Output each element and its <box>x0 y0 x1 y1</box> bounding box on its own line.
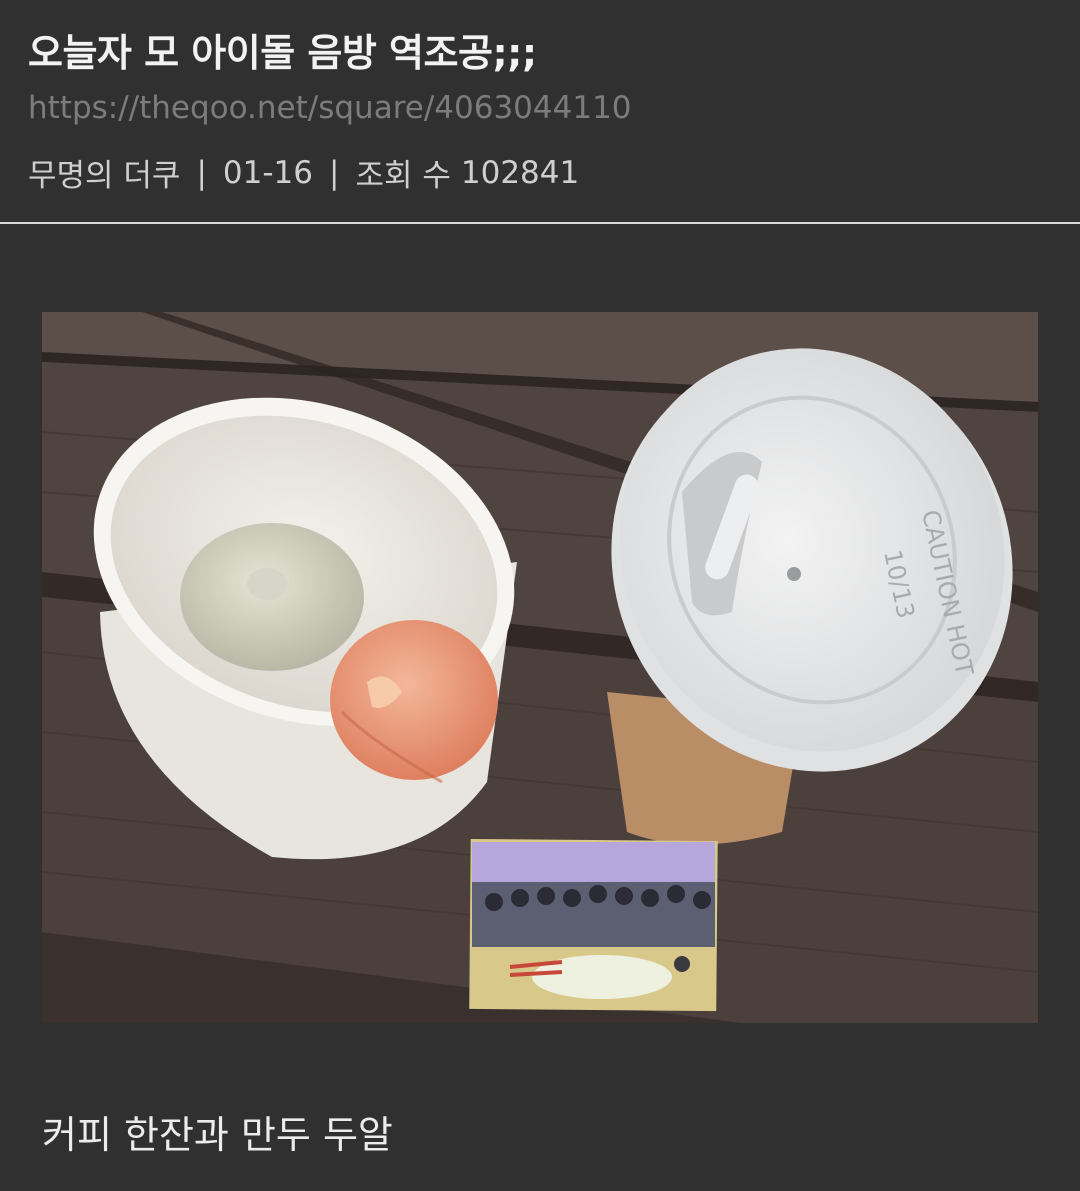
author-name: 무명의 더쿠 <box>28 158 181 194</box>
post-title: 오늘자 모 아이돌 음방 역조공;;; <box>28 31 537 75</box>
header-divider <box>0 222 1080 224</box>
post-date: 01-16 <box>222 154 314 191</box>
photo-illustration: CAUTION HOT 10/13 <box>42 312 1038 1023</box>
views-count: 102841 <box>460 154 580 191</box>
post-meta: 무명의 더쿠 | 01-16 | 조회 수 102841 <box>28 150 579 195</box>
post-caption: 커피 한잔과 만두 두알 <box>42 1113 393 1157</box>
meta-separator: | <box>196 154 207 191</box>
meta-separator: | <box>329 154 340 191</box>
source-link[interactable]: https://theqoo.net/square/4063044110 <box>28 90 632 126</box>
post-photo: CAUTION HOT 10/13 <box>42 312 1038 1023</box>
views-label: 조회 수 <box>355 158 451 194</box>
orange-dumpling <box>330 620 498 780</box>
photo-card <box>469 838 718 1012</box>
post-header: 오늘자 모 아이돌 음방 역조공;;; https://theqoo.net/s… <box>0 0 1080 224</box>
